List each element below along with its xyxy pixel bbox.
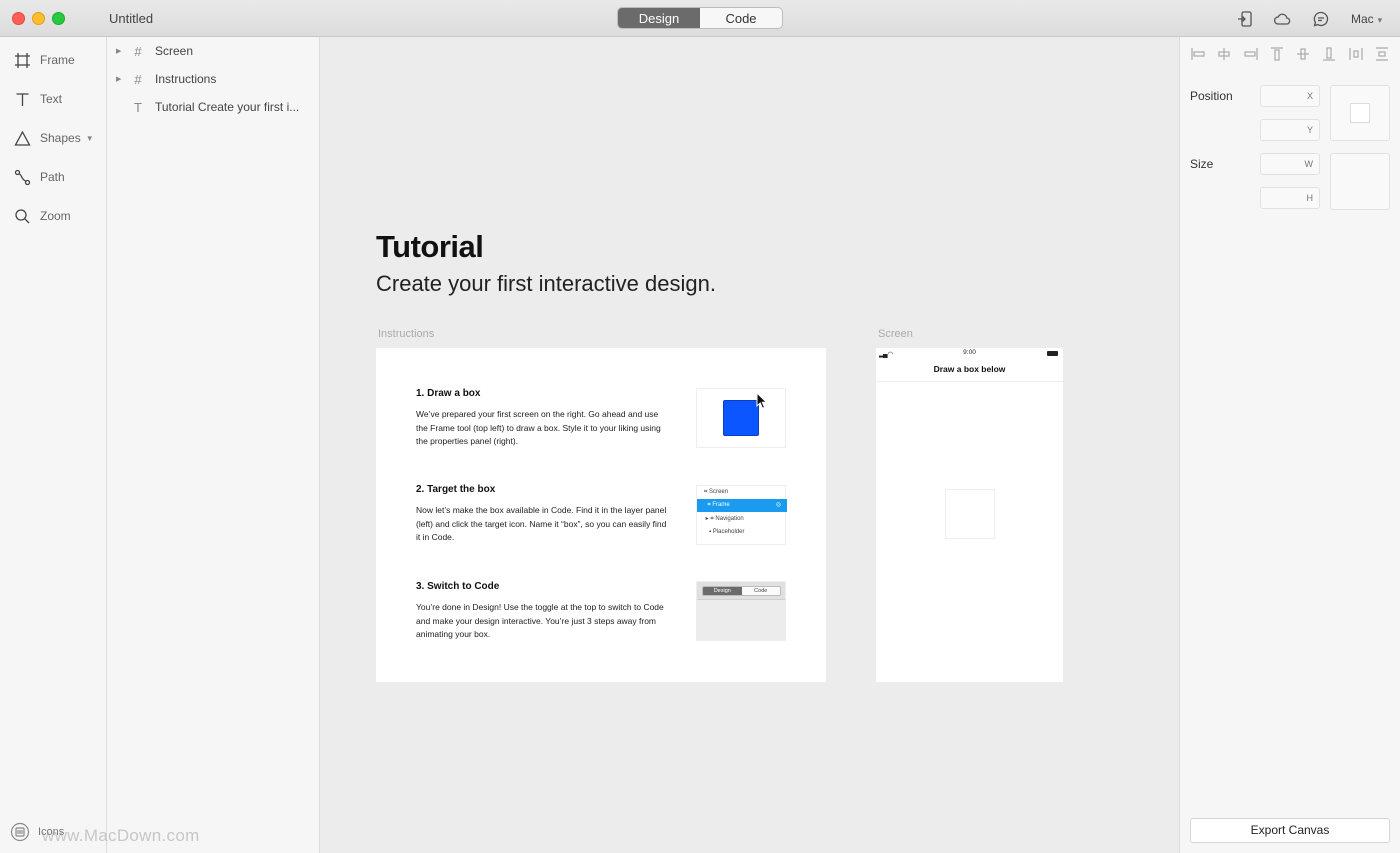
target-icon: ◎ bbox=[775, 502, 781, 508]
frame-tool-label: Frame bbox=[40, 53, 75, 67]
y-position-input[interactable] bbox=[1260, 119, 1320, 141]
status-bar: ▂▄ ◠ 9:00 bbox=[876, 348, 1063, 359]
chevron-down-icon: ▾ bbox=[1377, 15, 1383, 25]
instructions-frame-label[interactable]: Instructions bbox=[378, 328, 434, 340]
title-bar: Untitled Design Code Mac ▾ bbox=[0, 0, 1400, 37]
align-top-icon[interactable] bbox=[1269, 46, 1285, 62]
step-body: Now let’s make the box available in Code… bbox=[416, 505, 667, 542]
text-tool-label: Text bbox=[40, 92, 63, 106]
tutorial-title[interactable]: Tutorial bbox=[376, 229, 484, 265]
tool-sidebar: Frame Text Shapes ▼ Path Zoom bbox=[0, 37, 107, 853]
width-input[interactable] bbox=[1260, 153, 1320, 175]
watermark-text: www.MacDown.com bbox=[42, 826, 200, 845]
zoom-tool[interactable]: Zoom bbox=[14, 206, 71, 226]
layer-label: Tutorial Create your first i... bbox=[155, 100, 300, 114]
design-canvas[interactable]: Tutorial Create your first interactive d… bbox=[320, 37, 1179, 853]
properties-panel: Position Size Export Canvas bbox=[1179, 37, 1400, 853]
layers-thumbnail: ⌗ Screen ⌗ Frame ◎ ▸ ⌗ Navigation ▪ Place… bbox=[696, 485, 787, 545]
mini-mode-toggle: Design Code bbox=[702, 586, 781, 596]
height-input[interactable] bbox=[1260, 187, 1320, 209]
size-preview[interactable] bbox=[1330, 153, 1390, 210]
frame-hash-icon: # bbox=[134, 43, 142, 59]
shapes-tool[interactable]: Shapes ▼ bbox=[14, 128, 94, 148]
step-draw-box: 1. Draw a box We’ve prepared your first … bbox=[416, 388, 671, 449]
preview-device-icon[interactable] bbox=[1236, 10, 1254, 28]
mini-layer-screen: ⌗ Screen bbox=[704, 489, 729, 495]
path-icon bbox=[14, 169, 31, 185]
align-left-icon[interactable] bbox=[1190, 46, 1206, 62]
size-label: Size bbox=[1190, 157, 1214, 171]
align-bottom-icon[interactable] bbox=[1321, 46, 1337, 62]
blue-box bbox=[723, 400, 759, 436]
nav-divider bbox=[876, 381, 1063, 382]
step-heading: 2. Target the box bbox=[416, 484, 496, 495]
step-body: We’ve prepared your first screen on the … bbox=[416, 409, 661, 446]
document-title: Untitled bbox=[109, 11, 154, 26]
mini-layer-frame: ⌗ Frame ◎ bbox=[697, 499, 787, 512]
layers-panel: ▶ # Screen ▶ # Instructions T Tutorial C… bbox=[107, 37, 320, 853]
step-heading: 1. Draw a box bbox=[416, 388, 481, 399]
align-center-vertical-icon[interactable] bbox=[1295, 46, 1311, 62]
draw-box-thumbnail bbox=[696, 388, 786, 448]
position-label: Position bbox=[1190, 89, 1233, 103]
align-center-horizontal-icon[interactable] bbox=[1216, 46, 1232, 62]
battery-icon bbox=[1047, 351, 1058, 356]
comment-icon[interactable] bbox=[1312, 10, 1330, 28]
step-switch-code: 3. Switch to Code You’re done in Design!… bbox=[416, 581, 671, 642]
zoom-tool-label: Zoom bbox=[40, 209, 71, 223]
user-name: Mac bbox=[1351, 12, 1374, 26]
align-right-icon[interactable] bbox=[1243, 46, 1259, 62]
design-mode-tab[interactable]: Design bbox=[618, 8, 700, 28]
distribute-horizontal-icon[interactable] bbox=[1348, 46, 1364, 62]
design-code-toggle[interactable]: Design Code bbox=[617, 7, 783, 29]
cloud-icon[interactable] bbox=[1273, 10, 1291, 28]
close-window-button[interactable] bbox=[12, 12, 25, 25]
screen-frame-label[interactable]: Screen bbox=[878, 328, 913, 340]
mouse-cursor-icon bbox=[756, 392, 768, 409]
step-heading: 3. Switch to Code bbox=[416, 581, 500, 592]
path-tool[interactable]: Path bbox=[14, 167, 65, 187]
path-tool-label: Path bbox=[40, 170, 65, 184]
shapes-tool-label: Shapes bbox=[40, 131, 81, 145]
placeholder-box[interactable] bbox=[945, 489, 995, 539]
position-preview[interactable] bbox=[1330, 85, 1390, 141]
x-position-input[interactable] bbox=[1260, 85, 1320, 107]
magnifier-icon bbox=[15, 208, 30, 223]
disclosure-arrow-icon[interactable]: ▶ bbox=[116, 75, 126, 83]
minimize-window-button[interactable] bbox=[32, 12, 45, 25]
step-body: You’re done in Design! Use the toggle at… bbox=[416, 602, 664, 639]
nav-title: Draw a box below bbox=[933, 364, 1006, 374]
layer-item-screen[interactable]: ▶ # Screen bbox=[107, 41, 320, 61]
mini-layer-placeholder: ▪ Placeholder bbox=[704, 529, 745, 535]
frame-tool[interactable]: Frame bbox=[14, 50, 75, 70]
chevron-down-icon: ▼ bbox=[85, 133, 94, 143]
code-mode-tab[interactable]: Code bbox=[700, 8, 782, 28]
layer-label: Screen bbox=[155, 44, 194, 58]
text-icon: T bbox=[134, 99, 142, 115]
layer-item-tutorial-text[interactable]: T Tutorial Create your first i... bbox=[107, 97, 320, 117]
step-target-box: 2. Target the box Now let’s make the box… bbox=[416, 484, 671, 545]
tutorial-subtitle[interactable]: Create your first interactive design. bbox=[376, 271, 716, 297]
disclosure-arrow-icon[interactable]: ▶ bbox=[116, 47, 126, 55]
screen-frame[interactable]: ▂▄ ◠ 9:00 Draw a box below bbox=[876, 348, 1063, 682]
user-menu[interactable]: Mac ▾ bbox=[1351, 12, 1382, 26]
triangle-icon bbox=[14, 130, 31, 146]
frame-hash-icon: # bbox=[134, 71, 142, 87]
icons-library-icon bbox=[10, 822, 30, 842]
mini-layer-navigation: ▸ ⌗ Navigation bbox=[704, 516, 744, 522]
status-time: 9:00 bbox=[963, 349, 976, 356]
export-canvas-button[interactable]: Export Canvas bbox=[1190, 818, 1390, 843]
distribute-vertical-icon[interactable] bbox=[1374, 46, 1390, 62]
text-tool[interactable]: Text bbox=[14, 89, 62, 109]
text-icon bbox=[16, 92, 29, 106]
layer-label: Instructions bbox=[155, 72, 217, 86]
alignment-toolbar bbox=[1190, 46, 1390, 66]
toggle-thumbnail: Design Code bbox=[696, 581, 786, 641]
frame-icon bbox=[15, 52, 30, 68]
maximize-window-button[interactable] bbox=[52, 12, 65, 25]
layer-item-instructions[interactable]: ▶ # Instructions bbox=[107, 69, 320, 89]
